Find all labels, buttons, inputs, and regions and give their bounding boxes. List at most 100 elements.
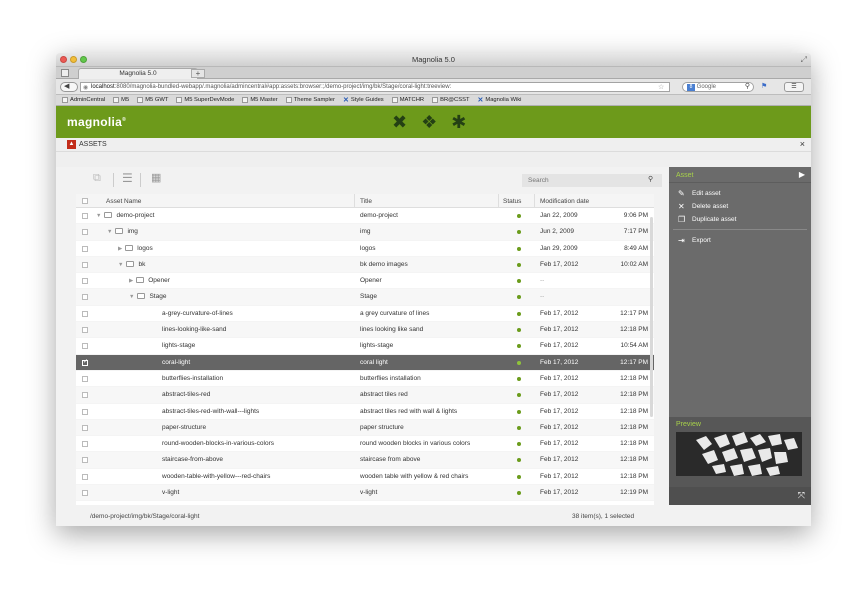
- bookmark-item[interactable]: ✕ Magnolia Wiki: [478, 96, 522, 104]
- bookmark-folder-icon: [137, 97, 144, 103]
- bookmark-item[interactable]: AdminCentral: [62, 97, 105, 103]
- bookmark-item[interactable]: M5 GWT: [137, 97, 168, 103]
- new-tab-button[interactable]: +: [191, 69, 205, 78]
- back-forward-button[interactable]: ◀: [60, 82, 78, 92]
- bookmark-item[interactable]: M5 Master: [242, 97, 278, 103]
- tree-row-folder[interactable]: ▼ demo-project demo-project Jan 22, 2009 9:0…: [76, 208, 654, 225]
- row-checkbox[interactable]: [82, 358, 88, 366]
- address-bar[interactable]: localhost:8080/magnolia-bundled-webapp/.…: [80, 82, 670, 92]
- collapse-triangle-icon[interactable]: ▼: [96, 213, 101, 219]
- select-all-checkbox[interactable]: [82, 198, 88, 204]
- bookmark-item[interactable]: M5 SuperDevMode: [176, 97, 234, 103]
- tree-row-asset[interactable]: coral-light coral light Feb 17, 2012 12:17 …: [76, 354, 654, 371]
- tree-row-asset[interactable]: paper-structure paper structure Feb 17, 20…: [76, 419, 654, 437]
- duplicate-asset-action[interactable]: ❐ Duplicate asset: [669, 213, 811, 226]
- magnolia-logo[interactable]: magnolia®: [67, 115, 126, 129]
- row-checkbox[interactable]: [82, 310, 88, 317]
- bookmark-star-icon[interactable]: ☆: [658, 83, 664, 91]
- tree-view-icon[interactable]: ⧉: [93, 172, 101, 185]
- preview-image[interactable]: [676, 432, 802, 476]
- tree-row-asset[interactable]: round-wooden-blocks-in-various-colors rou…: [76, 436, 654, 453]
- collapse-triangle-icon[interactable]: ▼: [129, 294, 134, 300]
- row-checkbox[interactable]: [82, 392, 88, 399]
- row-checkbox[interactable]: [82, 278, 88, 285]
- row-checkbox[interactable]: [82, 343, 88, 350]
- row-checkbox[interactable]: [82, 424, 88, 431]
- row-checkbox[interactable]: [82, 457, 88, 464]
- tree-row-asset[interactable]: v-light v-light Feb 17, 2012 12:19 PM: [76, 485, 654, 502]
- export-action[interactable]: ⇥ Export: [669, 234, 811, 247]
- collapse-arrow-icon[interactable]: ▶: [799, 170, 805, 179]
- tree-row-folder[interactable]: ▼ img img Jun 2, 2009 7:17 PM: [76, 224, 654, 241]
- tree-row-folder[interactable]: ▼ bk bk demo images Feb 17, 2012 10:02 AM: [76, 256, 654, 274]
- bookmark-item[interactable]: M5: [113, 97, 129, 103]
- row-checkbox[interactable]: [82, 490, 88, 497]
- tree-row-asset[interactable]: abstract-tiles-red abstract tiles red Feb …: [76, 387, 654, 404]
- row-checkbox[interactable]: [82, 294, 88, 301]
- row-checkbox[interactable]: [82, 261, 88, 268]
- tree-row-asset[interactable]: butterflies-installation butterflies inst…: [76, 371, 654, 388]
- edit-asset-action[interactable]: ✎ Edit asset: [669, 187, 811, 200]
- tree-row-asset[interactable]: a-grey-curvature-of-lines a grey curvatur…: [76, 306, 654, 323]
- pattern-app-icon[interactable]: ❖: [421, 112, 437, 132]
- google-icon: 8: [687, 84, 695, 91]
- asterisk-app-icon[interactable]: ✱: [451, 112, 466, 132]
- tools-menu-button[interactable]: ☰: [784, 82, 804, 92]
- row-checkbox[interactable]: [82, 245, 88, 252]
- expand-triangle-icon[interactable]: ▶: [118, 246, 122, 252]
- thumbnail-view-icon[interactable]: ▦: [151, 171, 161, 184]
- folder-icon: [104, 212, 113, 218]
- asset-name-cell: ▶ logos: [118, 244, 153, 252]
- row-checkbox[interactable]: [82, 229, 88, 236]
- tree-row-asset[interactable]: abstract-tiles-red-with-wall---lights abs…: [76, 404, 654, 420]
- collapse-triangle-icon[interactable]: ▼: [107, 229, 112, 235]
- column-header-name[interactable]: Asset Name: [106, 198, 141, 205]
- collapse-triangle-icon[interactable]: ▼: [118, 262, 123, 268]
- tab-overview-icon[interactable]: [61, 69, 69, 77]
- row-checkbox[interactable]: [82, 408, 88, 415]
- app-content: ⧉ ☰ ▦ ⚲ Asset Name Title Status Modifica…: [56, 167, 811, 526]
- tree-row-asset[interactable]: lights-stage lights-stage Feb 17, 2012 10:5…: [76, 338, 654, 355]
- site-identity-icon[interactable]: ◉: [83, 84, 88, 91]
- column-header-date[interactable]: Modification date: [540, 198, 589, 205]
- tree-row-asset[interactable]: staircase-from-above staircase from above…: [76, 452, 654, 469]
- delete-asset-action[interactable]: ✕ Delete asset: [669, 200, 811, 213]
- status-dot-icon: [517, 262, 521, 267]
- tree-row-asset[interactable]: wooden-table-with-yellow---red-chairs woo…: [76, 469, 654, 486]
- column-header-title[interactable]: Title: [360, 198, 372, 205]
- row-checkbox[interactable]: [82, 473, 88, 480]
- tree-row-asset[interactable]: lines-looking-like-sand lines looking lik…: [76, 322, 654, 339]
- search-input[interactable]: [522, 174, 662, 187]
- asset-title-cell: staircase from above: [360, 456, 421, 464]
- browser-tab[interactable]: Magnolia 5.0: [78, 68, 198, 79]
- bookmark-item[interactable]: MATCHR: [391, 97, 424, 103]
- column-header-status[interactable]: Status: [503, 198, 521, 205]
- asset-name-cell: lines-looking-like-sand: [162, 326, 226, 333]
- bookmark-item[interactable]: ✕ Style Guides: [343, 96, 384, 104]
- search-icon[interactable]: ⚲: [745, 82, 750, 91]
- grid-scrollbar[interactable]: [650, 217, 653, 417]
- fullscreen-icon[interactable]: ⤧: [798, 490, 805, 501]
- asset-name-text: abstract-tiles-red: [162, 391, 211, 399]
- tree-row-folder[interactable]: ▶ logos logos Jan 29, 2009 8:49 AM: [76, 241, 654, 257]
- close-app-button[interactable]: ×: [800, 139, 805, 149]
- bookmark-item[interactable]: Theme Sampler: [285, 97, 335, 103]
- extension-icon[interactable]: ⚑: [761, 82, 781, 92]
- tree-row-folder[interactable]: ▼ Stage Stage --: [76, 289, 654, 306]
- modification-date-cell: Feb 17, 2012: [540, 342, 579, 350]
- row-checkbox[interactable]: [82, 375, 88, 382]
- row-checkbox[interactable]: [82, 327, 88, 334]
- action-section-header[interactable]: Asset ▶: [669, 167, 811, 183]
- fullscreen-icon[interactable]: ⤢: [801, 55, 807, 65]
- list-view-icon[interactable]: ☰: [122, 171, 133, 185]
- search-icon[interactable]: ⚲: [648, 175, 653, 183]
- row-checkbox[interactable]: [82, 213, 88, 219]
- expand-triangle-icon[interactable]: ▶: [129, 278, 133, 284]
- row-checkbox[interactable]: [82, 441, 88, 448]
- x-app-icon[interactable]: ✖: [392, 112, 407, 132]
- tree-row-folder[interactable]: ▶ Opener Opener --: [76, 273, 654, 290]
- bookmark-item[interactable]: BR@CSST: [432, 97, 470, 103]
- action-bar: Asset ▶ ✎ Edit asset ✕ Delete asset ❐ Du…: [669, 167, 811, 505]
- status-dot-icon: [517, 311, 521, 316]
- search-engine-field[interactable]: 8 Google ⚲: [682, 82, 754, 92]
